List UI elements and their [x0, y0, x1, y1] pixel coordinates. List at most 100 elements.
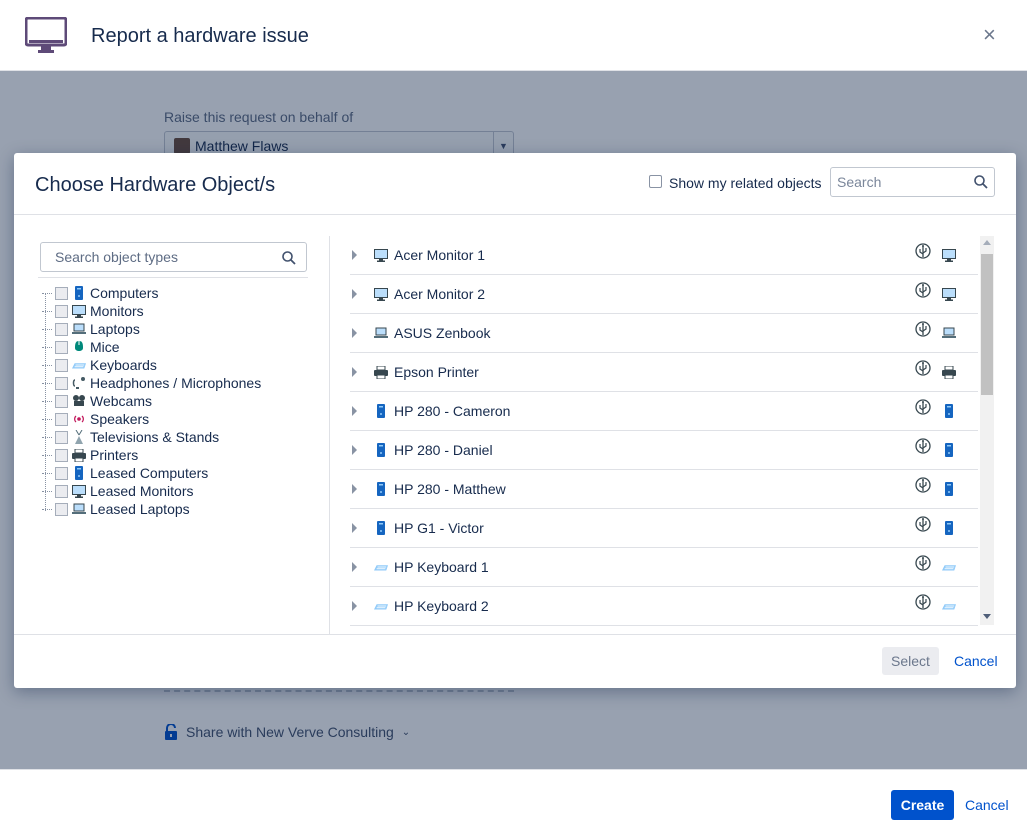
type-checkbox[interactable]	[55, 286, 68, 300]
object-row[interactable]: Epson Printer	[350, 353, 978, 392]
expand-arrow-icon[interactable]	[352, 250, 357, 260]
tracking-icon[interactable]	[915, 438, 931, 454]
tree-item[interactable]: Webcams	[42, 392, 261, 410]
keyboard-icon	[374, 560, 388, 574]
tree-item[interactable]: Monitors	[42, 302, 261, 320]
object-row[interactable]: HP 280 - Matthew	[350, 470, 978, 509]
laptop-icon	[72, 322, 86, 336]
tracking-icon[interactable]	[915, 477, 931, 493]
type-search-field[interactable]	[40, 242, 307, 272]
tree-connector	[42, 382, 52, 384]
type-search-input[interactable]	[55, 249, 275, 265]
monitor-icon	[72, 484, 86, 498]
type-checkbox[interactable]	[55, 430, 68, 444]
object-name: HP Keyboard 1	[394, 559, 489, 575]
tracking-icon[interactable]	[915, 399, 931, 415]
dialog-title: Report a hardware issue	[91, 25, 309, 47]
tree-item[interactable]: Leased Monitors	[42, 482, 261, 500]
search-icon[interactable]	[974, 175, 988, 189]
type-checkbox[interactable]	[55, 322, 68, 336]
tracking-icon[interactable]	[915, 555, 931, 571]
television-icon	[72, 430, 86, 444]
tree-connector	[42, 508, 52, 510]
tree-item[interactable]: Televisions & Stands	[42, 428, 261, 446]
tree-connector	[42, 400, 52, 402]
printer-icon	[72, 448, 86, 462]
tree-item[interactable]: Headphones / Microphones	[42, 374, 261, 392]
type-checkbox[interactable]	[55, 358, 68, 372]
close-button[interactable]: ×	[983, 23, 996, 47]
expand-arrow-icon[interactable]	[352, 367, 357, 377]
type-checkbox[interactable]	[55, 340, 68, 354]
tree-connector	[42, 328, 52, 330]
tree-connector	[42, 454, 52, 456]
tracking-icon[interactable]	[915, 282, 931, 298]
tree-item-label: Headphones / Microphones	[90, 375, 262, 391]
tree-connector	[42, 436, 52, 438]
computer-icon	[374, 443, 388, 457]
cancel-button[interactable]: Cancel	[965, 797, 1009, 813]
expand-arrow-icon[interactable]	[352, 289, 357, 299]
tree-item[interactable]: Mice	[42, 338, 261, 356]
expand-arrow-icon[interactable]	[352, 328, 357, 338]
object-row[interactable]: HP Keyboard 2	[350, 587, 978, 626]
type-checkbox[interactable]	[55, 304, 68, 318]
expand-arrow-icon[interactable]	[352, 601, 357, 611]
type-checkbox[interactable]	[55, 376, 68, 390]
type-checkbox[interactable]	[55, 412, 68, 426]
scroll-down-icon[interactable]	[983, 614, 991, 619]
laptop-icon	[72, 502, 86, 516]
expand-arrow-icon[interactable]	[352, 445, 357, 455]
tree-item[interactable]: Keyboards	[42, 356, 261, 374]
type-checkbox[interactable]	[55, 502, 68, 516]
monitor-icon	[942, 287, 956, 301]
keyboard-icon	[942, 599, 956, 613]
scroll-up-icon[interactable]	[983, 240, 991, 245]
tree-item[interactable]: Leased Computers	[42, 464, 261, 482]
select-button[interactable]: Select	[882, 647, 939, 675]
expand-arrow-icon[interactable]	[352, 406, 357, 416]
scrollbar-thumb[interactable]	[981, 254, 993, 395]
show-related-checkbox[interactable]	[649, 175, 662, 188]
computer-icon	[374, 404, 388, 418]
search-icon[interactable]	[282, 251, 296, 265]
show-related-label[interactable]: Show my related objects	[669, 175, 822, 191]
object-row[interactable]: Acer Monitor 1	[350, 236, 978, 275]
computer-icon	[72, 466, 86, 480]
create-button[interactable]: Create	[891, 790, 954, 820]
object-row[interactable]: ASUS Zenbook	[350, 314, 978, 353]
object-row[interactable]: HP Keyboard 1	[350, 548, 978, 587]
type-checkbox[interactable]	[55, 466, 68, 480]
tree-item[interactable]: Speakers	[42, 410, 261, 428]
tree-item[interactable]: Computers	[42, 284, 261, 302]
tracking-icon[interactable]	[915, 243, 931, 259]
dialog-header: Report a hardware issue ×	[0, 0, 1027, 71]
type-checkbox[interactable]	[55, 484, 68, 498]
object-row[interactable]: HP 280 - Cameron	[350, 392, 978, 431]
computer-icon	[72, 286, 86, 300]
modal-cancel-button[interactable]: Cancel	[954, 653, 998, 669]
object-row[interactable]: HP G1 - Victor	[350, 509, 978, 548]
tracking-icon[interactable]	[915, 360, 931, 376]
monitor-icon	[942, 248, 956, 262]
tracking-icon[interactable]	[915, 516, 931, 532]
scrollbar[interactable]	[980, 236, 994, 625]
tracking-icon[interactable]	[915, 594, 931, 610]
type-checkbox[interactable]	[55, 394, 68, 408]
divider	[38, 277, 308, 278]
object-row[interactable]: HP 280 - Daniel	[350, 431, 978, 470]
object-search-input[interactable]	[837, 174, 972, 190]
expand-arrow-icon[interactable]	[352, 484, 357, 494]
modal-header: Choose Hardware Object/s Show my related…	[14, 153, 1016, 215]
tracking-icon[interactable]	[915, 321, 931, 337]
tree-item[interactable]: Leased Laptops	[42, 500, 261, 518]
tree-item-label: Leased Computers	[90, 465, 209, 481]
expand-arrow-icon[interactable]	[352, 523, 357, 533]
tree-item[interactable]: Laptops	[42, 320, 261, 338]
object-search-field[interactable]	[830, 167, 995, 197]
expand-arrow-icon[interactable]	[352, 562, 357, 572]
object-row[interactable]: Acer Monitor 2	[350, 275, 978, 314]
object-name: HP 280 - Daniel	[394, 442, 493, 458]
type-checkbox[interactable]	[55, 448, 68, 462]
tree-item[interactable]: Printers	[42, 446, 261, 464]
